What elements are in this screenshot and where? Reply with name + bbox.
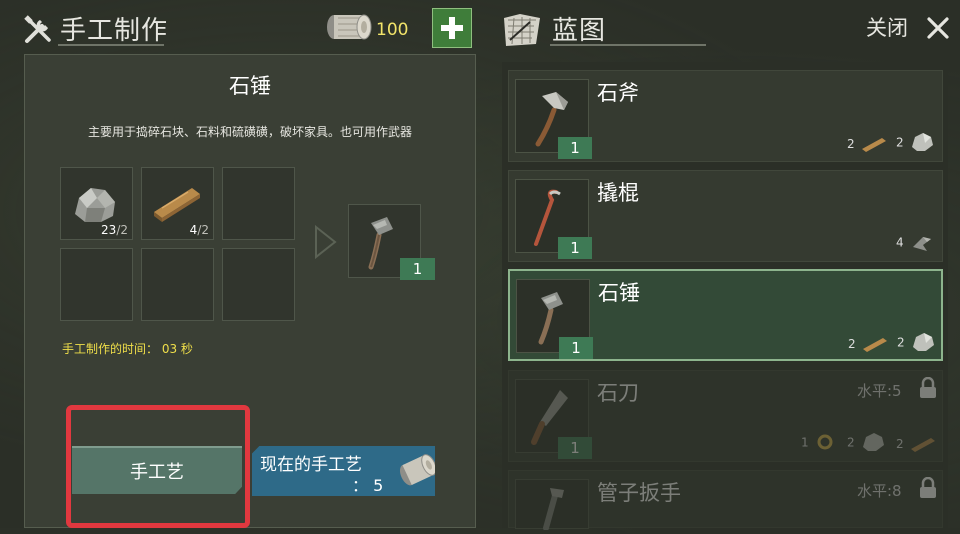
pipe-wrench-thumb	[515, 479, 589, 531]
lock-icon	[919, 376, 937, 403]
currency-amount: 100	[376, 20, 409, 40]
metal-scrap-icon	[912, 237, 931, 251]
pipe-wrench-icon	[543, 488, 564, 531]
highlight-frame	[66, 405, 250, 528]
wood-plank-icon	[862, 337, 887, 352]
lock-icon	[919, 476, 937, 503]
wood-count: 4/2	[189, 223, 209, 237]
add-currency-button[interactable]	[432, 8, 472, 48]
blueprint-count-badge: 1	[559, 337, 593, 359]
current-craft-button[interactable]: 现在的手工艺 ： 5	[252, 446, 435, 496]
material-stone: 2	[896, 131, 935, 153]
crafting-title: 手工制作	[60, 16, 169, 46]
ingredient-slot-stone[interactable]: 23/2	[60, 167, 133, 240]
ingredient-slot-empty[interactable]	[60, 248, 133, 321]
craft-time-value: 03 秒	[161, 342, 193, 356]
material-wood: 2	[847, 133, 888, 153]
stone-count: 23/2	[101, 223, 128, 237]
rope-icon	[817, 434, 833, 450]
blueprint-count-badge: 1	[558, 437, 592, 459]
material-metal: 4	[896, 231, 935, 253]
ingredient-slot-empty[interactable]	[222, 167, 295, 240]
blueprint-row-stone-axe[interactable]: 1 石斧 2 2	[508, 70, 943, 162]
selected-item-description: 主要用于捣碎石块、石料和硫磺磺，破坏家具。也可用作武器	[87, 125, 412, 139]
selected-item-name: 石锤	[229, 74, 271, 98]
blueprint-row-stone-hammer[interactable]: 1 石锤 2 2	[508, 269, 943, 361]
craft-time-label: 手工制作的时间：	[62, 342, 159, 356]
result-count-badge: 1	[400, 258, 435, 280]
ingredient-slot-empty[interactable]	[222, 248, 295, 321]
money-roll-icon	[326, 12, 372, 42]
blueprint-name: 管子扳手	[597, 481, 681, 505]
blueprints-title: 蓝图	[552, 16, 607, 46]
current-craft-value: ： 5	[352, 476, 384, 495]
blueprints-title-underline	[550, 44, 706, 46]
current-craft-label: 现在的手工艺	[260, 455, 362, 475]
required-level: 水平:8	[857, 482, 902, 500]
crafting-title-underline	[58, 44, 164, 46]
stone-icon	[911, 133, 933, 151]
blueprint-row-pipe-wrench[interactable]: 管子扳手 水平:8	[508, 470, 943, 531]
arrow-right-icon	[313, 224, 339, 264]
plus-icon	[441, 17, 463, 39]
blueprint-name: 石刀	[597, 381, 639, 405]
blueprint-count-badge: 1	[558, 237, 592, 259]
required-level: 水平:5	[857, 382, 902, 400]
blueprint-row-stone-knife[interactable]: 1 石刀 水平:5 1 2 2	[508, 370, 943, 462]
close-icon[interactable]	[926, 16, 950, 40]
ingredient-slot-empty[interactable]	[141, 248, 214, 321]
money-roll-icon	[399, 454, 435, 486]
blueprint-icon	[500, 10, 544, 50]
stone-icon	[912, 333, 934, 351]
blueprint-name: 石斧	[597, 81, 639, 105]
craft-time: 手工制作的时间： 03 秒	[62, 340, 193, 357]
wood-plank-icon	[861, 137, 886, 152]
blueprint-row-crowbar[interactable]: 1 撬棍 4	[508, 170, 943, 262]
blueprint-name: 石锤	[598, 281, 640, 305]
material-wood: 2	[848, 333, 889, 353]
tools-icon	[22, 14, 54, 46]
material-rope: 1	[801, 431, 836, 453]
ingredient-slot-wood[interactable]: 4/2	[141, 167, 214, 240]
blueprint-name: 撬棍	[597, 181, 639, 205]
wood-plank-icon	[910, 437, 935, 452]
material-stone: 2	[897, 331, 936, 353]
stone-icon	[862, 433, 884, 451]
material-stone: 2	[847, 431, 886, 453]
material-wood: 2	[896, 433, 937, 453]
blueprint-count-badge: 1	[558, 137, 592, 159]
close-label[interactable]: 关闭	[866, 12, 908, 42]
